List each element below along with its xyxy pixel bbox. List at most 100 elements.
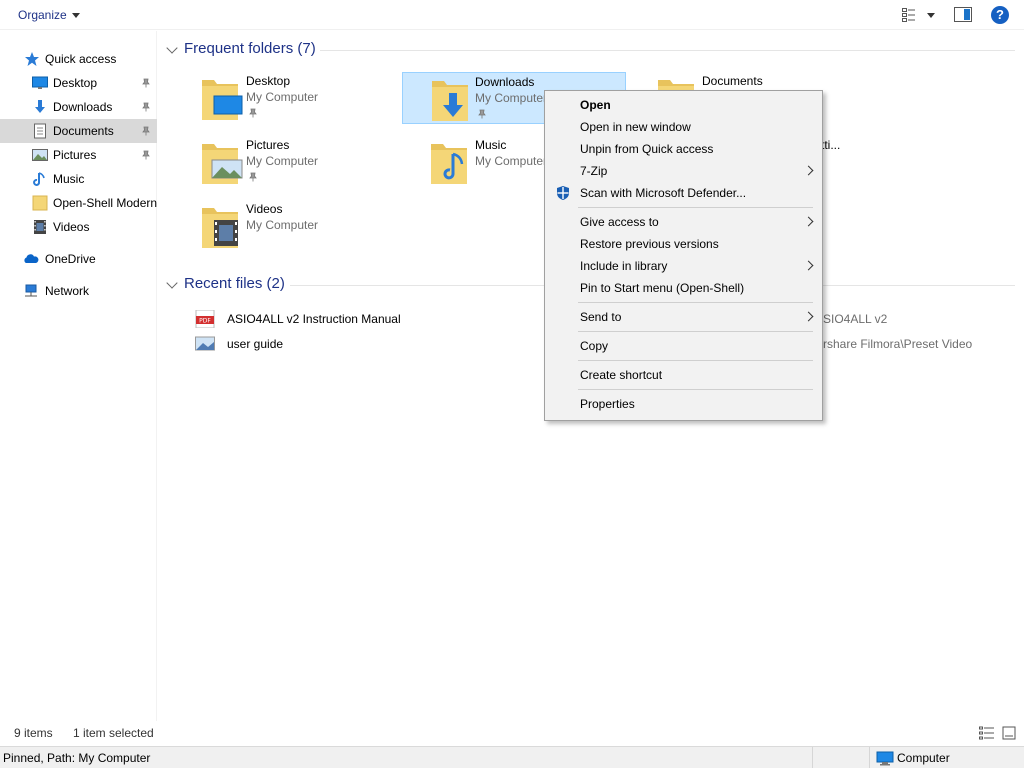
menu-item-pin-start[interactable]: Pin to Start menu (Open-Shell) bbox=[547, 277, 820, 299]
image-file-icon bbox=[195, 336, 215, 351]
recent-files-title: Recent files (2) bbox=[184, 275, 285, 292]
menu-item-label: 7-Zip bbox=[580, 164, 608, 178]
menu-item-label: Send to bbox=[580, 310, 622, 324]
nav-item-label: Downloads bbox=[53, 100, 113, 114]
status-divider bbox=[812, 747, 813, 768]
status-divider bbox=[869, 747, 870, 768]
menu-item-unpin-quick-access[interactable]: Unpin from Quick access bbox=[547, 138, 820, 160]
svg-text:PDF: PDF bbox=[199, 318, 211, 325]
pin-icon bbox=[478, 109, 486, 119]
chevron-down-icon bbox=[166, 41, 178, 54]
menu-separator bbox=[578, 207, 813, 208]
nav-item-label: Pictures bbox=[53, 148, 97, 162]
recent-file-name: ASIO4ALL v2 Instruction Manual bbox=[227, 312, 401, 326]
nav-item-documents[interactable]: Documents bbox=[0, 119, 157, 143]
pin-icon bbox=[249, 108, 257, 118]
context-menu: Open Open in new window Unpin from Quick… bbox=[544, 90, 823, 421]
frequent-folders-title: Frequent folders (7) bbox=[184, 40, 316, 57]
menu-item-label: Include in library bbox=[580, 259, 668, 273]
menu-separator bbox=[578, 302, 813, 303]
nav-item-pictures[interactable]: Pictures bbox=[0, 143, 157, 167]
menu-item-send-to[interactable]: Send to bbox=[547, 306, 820, 328]
menu-item-restore-versions[interactable]: Restore previous versions bbox=[547, 233, 820, 255]
pictures-icon bbox=[32, 149, 48, 161]
tile-name: Videos bbox=[246, 202, 283, 216]
recent-file-name: user guide bbox=[227, 337, 284, 351]
menu-item-label: Give access to bbox=[580, 215, 659, 229]
nav-item-open-shell-modern[interactable]: Open-Shell Modern bbox=[0, 191, 157, 215]
recent-file-path: SIO4ALL v2 bbox=[823, 312, 888, 326]
tile-name: Desktop bbox=[246, 74, 291, 88]
nav-item-desktop[interactable]: Desktop bbox=[0, 71, 157, 95]
organize-label: Organize bbox=[18, 8, 67, 22]
nav-item-music[interactable]: Music bbox=[0, 167, 157, 191]
menu-item-copy[interactable]: Copy bbox=[547, 335, 820, 357]
nav-item-videos[interactable]: Videos bbox=[0, 215, 157, 239]
videos-folder-icon bbox=[202, 208, 238, 248]
star-icon bbox=[25, 52, 39, 66]
documents-icon bbox=[34, 123, 46, 139]
folder-icon bbox=[32, 195, 48, 211]
preview-pane-icon[interactable] bbox=[954, 7, 972, 22]
details-status-bar: Pinned, Path: My Computer Computer bbox=[0, 746, 1024, 768]
tile-name: Pictures bbox=[246, 138, 290, 152]
change-view-button[interactable] bbox=[898, 6, 938, 24]
nav-onedrive[interactable]: OneDrive bbox=[0, 247, 157, 271]
large-icons-view-icon[interactable] bbox=[1001, 726, 1017, 740]
nav-onedrive-label: OneDrive bbox=[45, 252, 96, 266]
computer-icon bbox=[876, 751, 894, 766]
menu-item-7zip[interactable]: 7-Zip bbox=[547, 160, 820, 182]
folder-tile-pictures[interactable]: Pictures My Computer bbox=[200, 136, 424, 188]
frequent-folders-header[interactable]: Frequent folders (7) bbox=[166, 39, 316, 59]
recent-file-row[interactable]: user guide bbox=[195, 334, 535, 354]
defender-icon bbox=[557, 186, 569, 200]
tile-location: My Computer bbox=[475, 154, 548, 168]
recent-file-path: rshare Filmora\Preset Video bbox=[823, 337, 973, 351]
pin-icon bbox=[142, 126, 150, 136]
menu-item-properties[interactable]: Properties bbox=[547, 393, 820, 415]
menu-item-open-new-window[interactable]: Open in new window bbox=[547, 116, 820, 138]
downloads-icon bbox=[35, 100, 45, 113]
folder-tile-desktop[interactable]: Desktop My Computer bbox=[200, 72, 424, 124]
nav-item-label: Open-Shell Modern bbox=[53, 196, 157, 210]
menu-item-label: Properties bbox=[580, 397, 635, 411]
nav-network-label: Network bbox=[45, 284, 90, 298]
tile-location: My Computer bbox=[246, 90, 319, 104]
chevron-down-icon bbox=[166, 276, 178, 289]
folder-tile-videos[interactable]: Videos My Computer bbox=[200, 200, 424, 252]
menu-item-scan-defender[interactable]: Scan with Microsoft Defender... bbox=[547, 182, 820, 204]
menu-item-include-library[interactable]: Include in library bbox=[547, 255, 820, 277]
menu-item-label: Open bbox=[580, 98, 611, 112]
menu-separator bbox=[578, 389, 813, 390]
nav-item-label: Videos bbox=[53, 220, 90, 234]
menu-item-open[interactable]: Open bbox=[547, 94, 820, 116]
nav-item-downloads[interactable]: Downloads bbox=[0, 95, 157, 119]
tile-location: My Computer bbox=[475, 91, 548, 105]
menu-item-create-shortcut[interactable]: Create shortcut bbox=[547, 364, 820, 386]
menu-item-label: Open in new window bbox=[580, 120, 691, 134]
section-divider bbox=[320, 50, 1015, 51]
nav-network[interactable]: Network bbox=[0, 279, 157, 303]
help-button[interactable]: ? bbox=[991, 6, 1009, 24]
recent-files-header[interactable]: Recent files (2) bbox=[166, 274, 285, 294]
nav-quick-access[interactable]: Quick access bbox=[0, 47, 157, 71]
menu-item-give-access[interactable]: Give access to bbox=[547, 211, 820, 233]
recent-file-row[interactable]: PDF ASIO4ALL v2 Instruction Manual bbox=[195, 309, 535, 329]
change-view-icon bbox=[902, 8, 915, 22]
chevron-right-icon bbox=[803, 165, 814, 176]
desktop-folder-icon bbox=[202, 80, 243, 120]
network-icon bbox=[25, 284, 37, 297]
details-view-icon[interactable] bbox=[979, 726, 995, 740]
tile-location: My Computer bbox=[246, 154, 319, 168]
tile-location: My Computer bbox=[246, 218, 319, 232]
item-count: 9 items bbox=[14, 726, 53, 740]
navigation-pane: Quick access Desktop Downloads Documents… bbox=[0, 31, 157, 721]
menu-item-label: Scan with Microsoft Defender... bbox=[580, 186, 747, 200]
chevron-right-icon bbox=[803, 260, 814, 271]
nav-item-label: Music bbox=[53, 172, 85, 186]
tile-name: tti... bbox=[821, 138, 841, 152]
menu-separator bbox=[578, 331, 813, 332]
organize-button[interactable]: Organize bbox=[10, 6, 88, 24]
desktop-icon bbox=[32, 76, 48, 89]
status-bar: 9 items 1 item selected bbox=[0, 721, 1024, 745]
